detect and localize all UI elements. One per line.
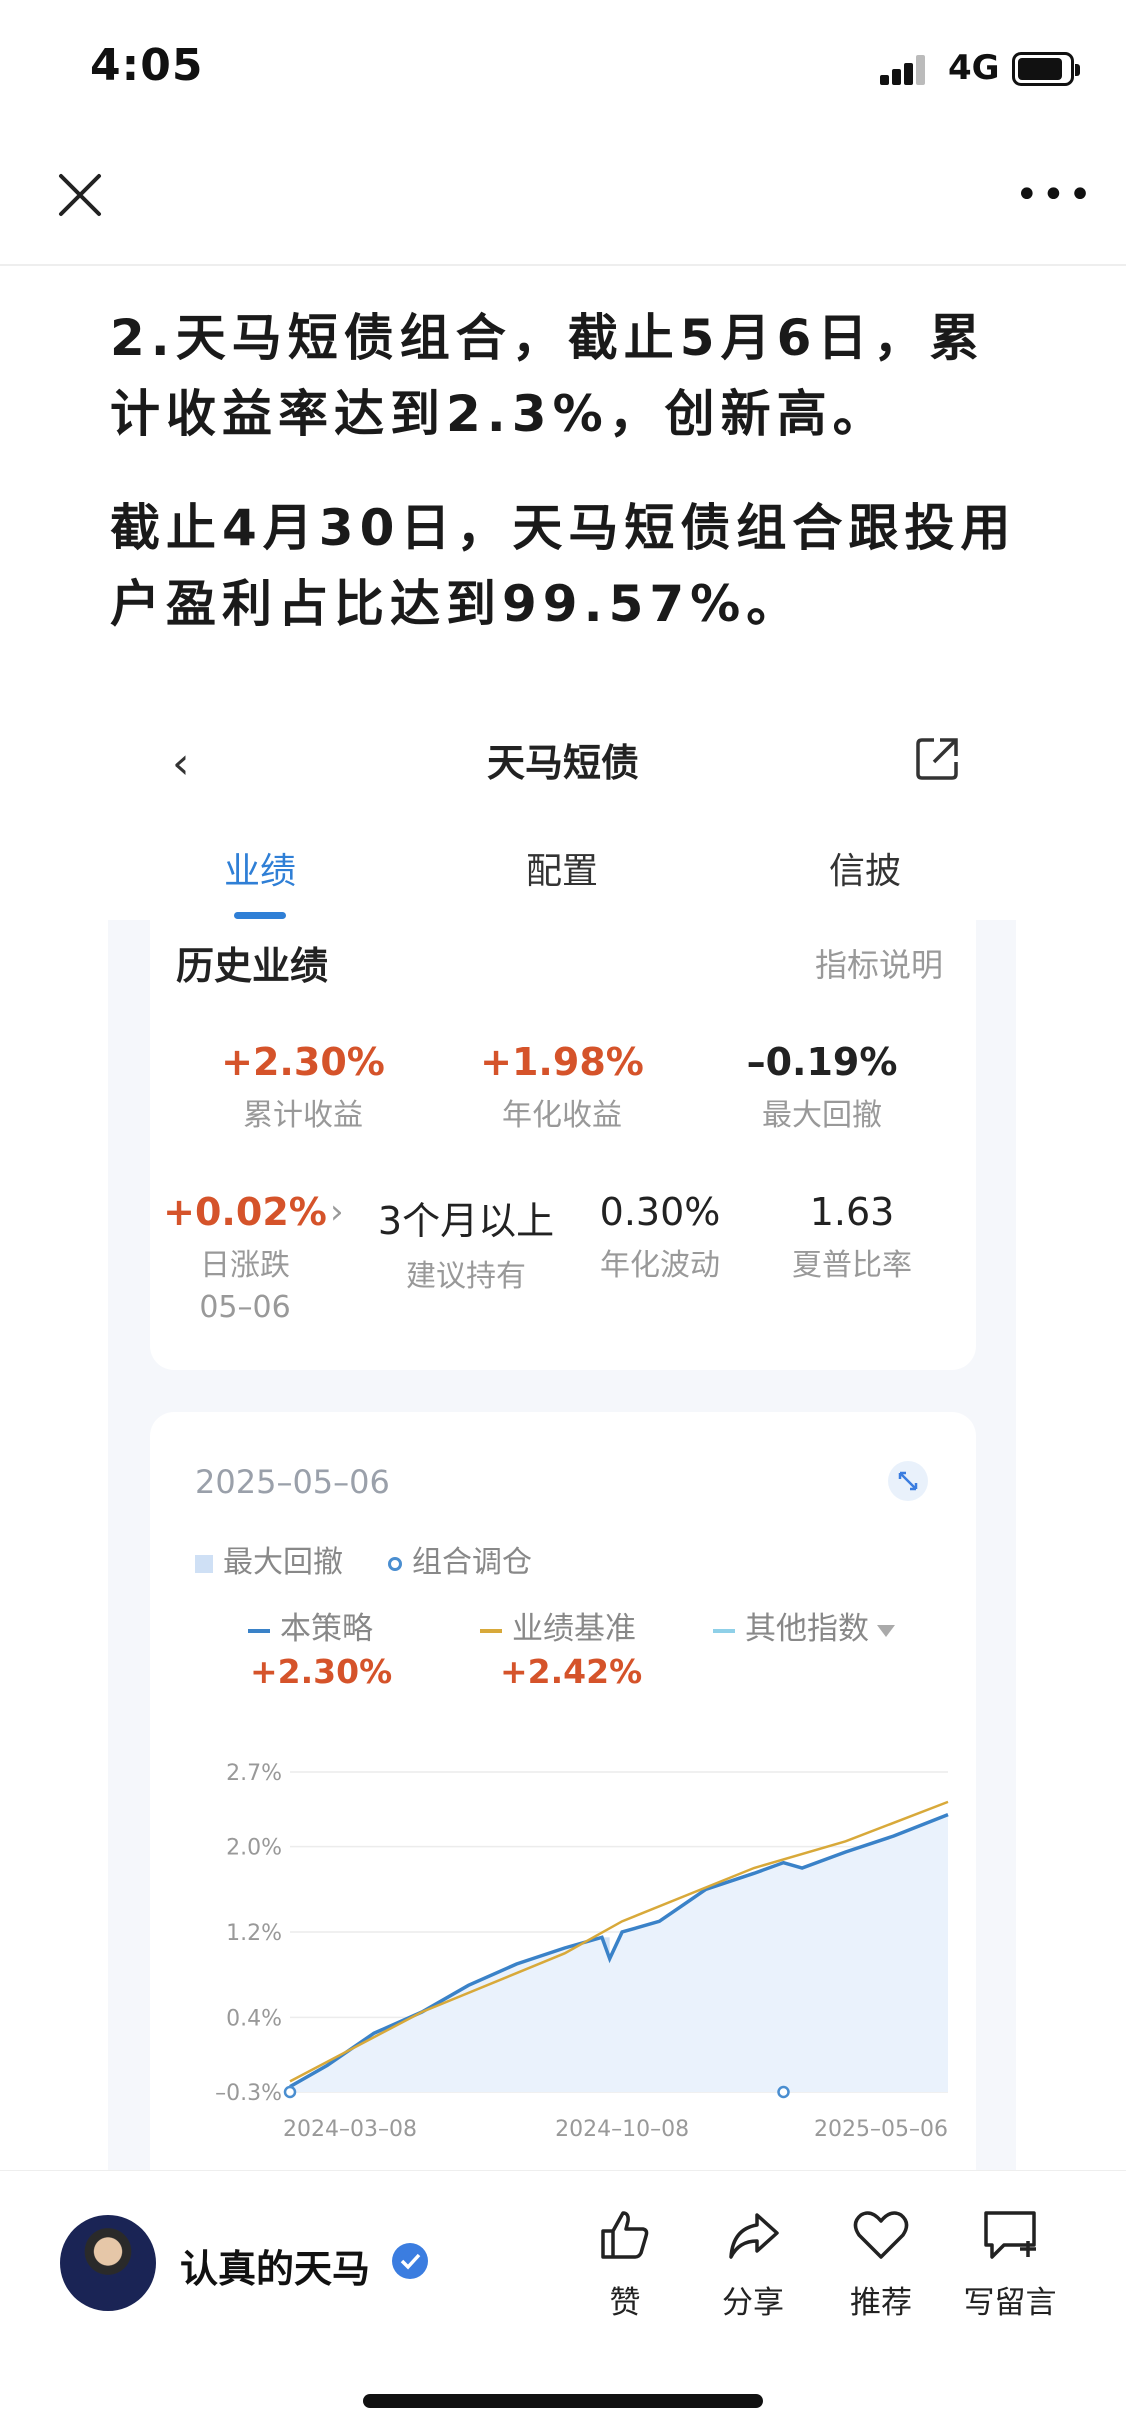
share-icon[interactable] (912, 734, 962, 784)
article-paragraph: 截止4月30日，天马短债组合跟投用户盈利占比达到99.57%。 (110, 499, 1017, 633)
verified-icon (392, 2243, 428, 2279)
header-divider (0, 264, 1126, 266)
rebalance-marker (283, 2085, 297, 2099)
tab-allocation[interactable]: 配置 (462, 842, 662, 894)
heart-icon (853, 2211, 909, 2259)
share-button[interactable]: 分享 (703, 2205, 803, 2322)
dropdown-icon (877, 1624, 895, 1637)
more-icon[interactable]: ••• (1015, 175, 1095, 215)
avatar[interactable] (60, 2215, 156, 2311)
expand-icon[interactable] (888, 1461, 928, 1501)
strategy-area (290, 1814, 948, 2092)
comment-icon (984, 2211, 1036, 2259)
x-tick-label: 2024–03–08 (283, 2117, 417, 2142)
tab-performance[interactable]: 业绩 (160, 842, 360, 894)
comment-button[interactable]: 写留言 (960, 2205, 1060, 2322)
series-legend-other-index[interactable]: 其他指数 (713, 1603, 895, 1648)
series-value-benchmark: +2.42% (500, 1652, 643, 1691)
metric-explain-link[interactable]: 指标说明 (815, 940, 943, 986)
recommend-button[interactable]: 推荐 (831, 2205, 931, 2322)
y-tick-label: 2.7% (226, 1761, 282, 1786)
metric-max-drawdown: –0.19% 最大回撤 (746, 1040, 898, 1133)
legend-max-drawdown: 最大回撤 (195, 1537, 343, 1581)
chart-date: 2025–05–06 (195, 1463, 390, 1501)
series-legend-strategy[interactable]: 本策略 (248, 1603, 373, 1648)
thumbs-up-icon (601, 2211, 649, 2259)
performance-chart: 2.7% 2.0% 1.2% 0.4% –0.3%2024–03–08 2024–10–0… (215, 1761, 949, 2142)
x-tick-label: 2024–10–08 (555, 2117, 689, 2142)
metric-sharpe: 1.63 夏普比率 (792, 1190, 912, 1283)
tab-underline (234, 912, 286, 919)
network-label: 4G (948, 48, 1000, 88)
battery-icon (1012, 52, 1080, 86)
close-icon[interactable] (55, 170, 105, 220)
article-paragraph: 2.天马短债组合，截止5月6日，累计收益率达到2.3%，创新高。 (110, 309, 986, 443)
metric-cumulative: +2.30% 累计收益 (221, 1040, 385, 1133)
tab-disclosure[interactable]: 信披 (765, 842, 965, 894)
y-tick-label: 0.4% (226, 2006, 282, 2031)
forward-arrow-icon (729, 2213, 779, 2259)
author-name[interactable]: 认真的天马 (180, 2238, 370, 2293)
series-legend-benchmark[interactable]: 业绩基准 (480, 1603, 636, 1648)
x-tick-label: 2025–05–06 (814, 2117, 948, 2142)
rebalance-marker (777, 2085, 790, 2099)
section-title: 历史业绩 (176, 944, 329, 988)
status-time: 4:05 (90, 40, 204, 91)
y-tick-label: 1.2% (226, 1921, 282, 1946)
signal-icon (880, 55, 936, 85)
legend-rebalance: 组合调仓 (388, 1537, 532, 1581)
y-tick-label: –0.3% (215, 2081, 282, 2106)
circle-icon (388, 1556, 402, 1571)
home-indicator (363, 2394, 763, 2408)
metric-annualized: +1.98% 年化收益 (480, 1040, 644, 1133)
y-tick-label: 2.0% (226, 1836, 282, 1861)
square-icon (195, 1554, 213, 1573)
series-value-strategy: +2.30% (250, 1652, 393, 1691)
like-button[interactable]: 赞 (575, 2205, 675, 2322)
